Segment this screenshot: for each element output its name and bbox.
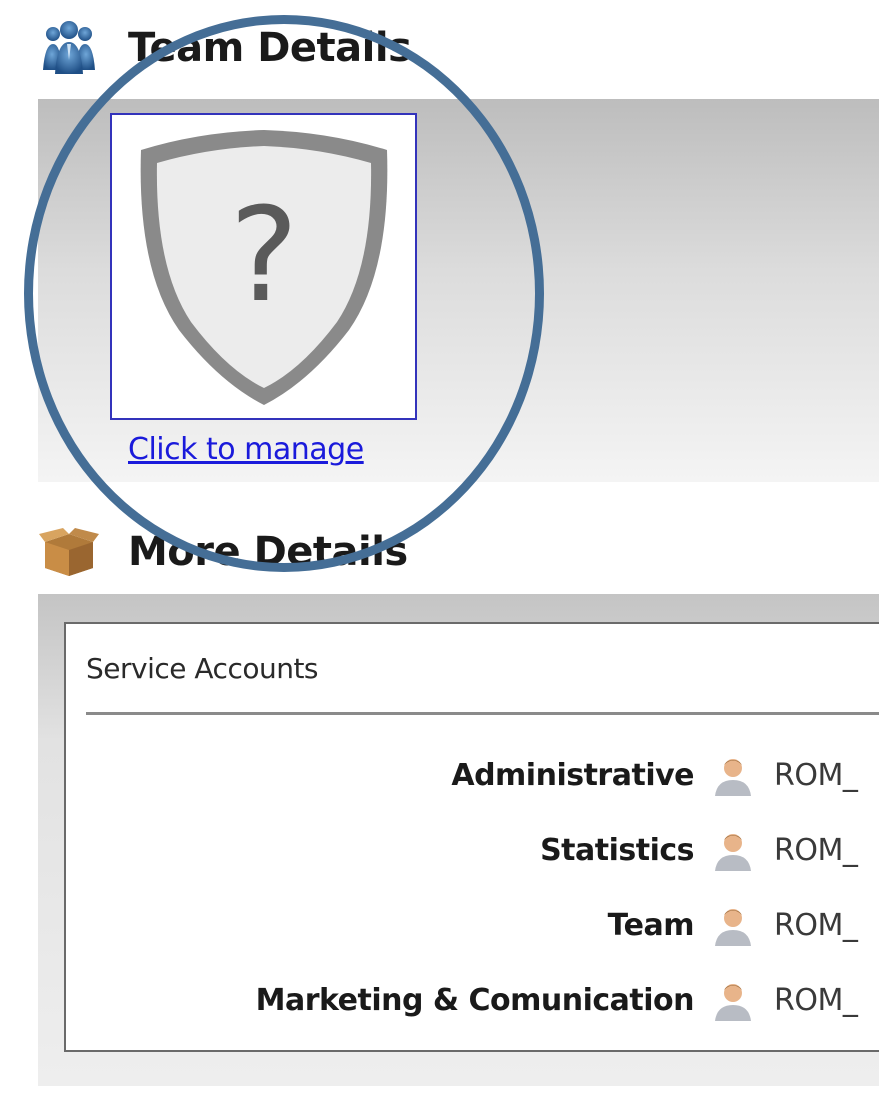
account-value[interactable]: ROM_	[774, 983, 858, 1018]
account-label: Marketing & Comunication	[255, 983, 695, 1018]
team-icon	[38, 18, 100, 78]
account-row-marketing-communication: Marketing & Comunication ROM_	[66, 977, 879, 1027]
click-to-manage-link[interactable]: Click to manage	[128, 432, 364, 467]
account-label: Statistics	[540, 833, 694, 868]
more-details-title: More Details	[128, 529, 408, 575]
svg-text:?: ?	[229, 179, 298, 331]
account-label: Administrative	[451, 758, 694, 793]
team-logo[interactable]: ?	[110, 113, 417, 420]
box-icon	[38, 522, 100, 582]
more-details-header: More Details	[38, 522, 408, 582]
user-icon	[711, 754, 755, 798]
account-row-statistics: Statistics ROM_	[66, 827, 879, 877]
service-accounts-box: Service Accounts Administrative ROM_ Sta…	[64, 622, 879, 1052]
user-icon	[711, 829, 755, 873]
page: Team Details ? Click to manage More Deta…	[0, 0, 879, 1101]
account-row-team: Team ROM_	[66, 902, 879, 952]
account-value[interactable]: ROM_	[774, 908, 858, 943]
team-details-title: Team Details	[128, 25, 412, 71]
account-row-administrative: Administrative ROM_	[66, 752, 879, 802]
more-details-panel: Service Accounts Administrative ROM_ Sta…	[38, 594, 879, 1086]
user-icon	[711, 979, 755, 1023]
divider	[86, 712, 879, 715]
shield-question-icon: ?	[129, 120, 399, 414]
user-icon	[711, 904, 755, 948]
account-value[interactable]: ROM_	[774, 833, 858, 868]
account-value[interactable]: ROM_	[774, 758, 858, 793]
team-details-panel: ? Click to manage	[38, 99, 879, 482]
account-label: Team	[607, 908, 695, 943]
team-details-header: Team Details	[38, 18, 412, 78]
service-accounts-title: Service Accounts	[86, 652, 319, 685]
